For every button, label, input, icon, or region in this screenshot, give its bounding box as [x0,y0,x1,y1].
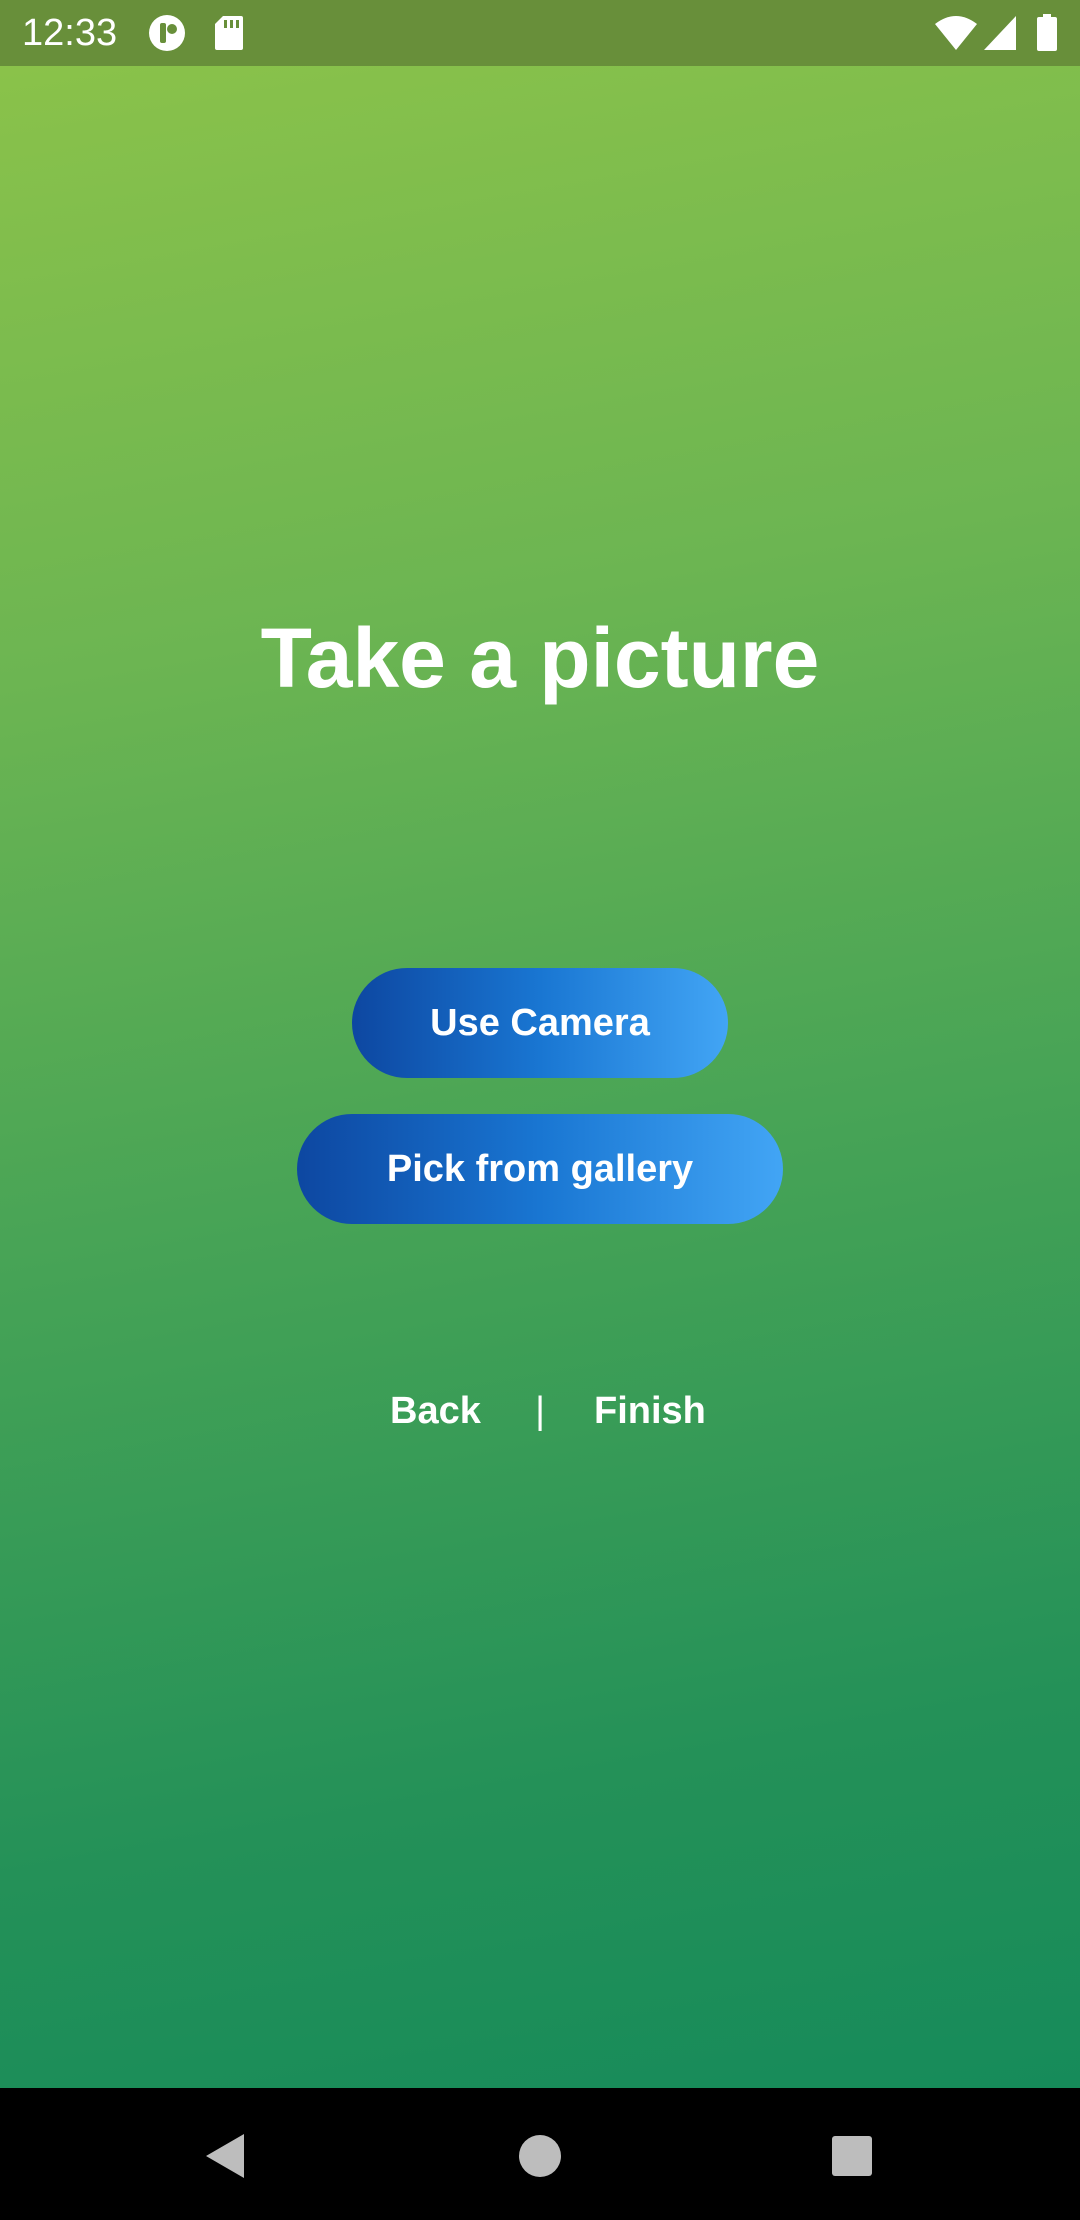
status-bar: 12:33 [0,0,1080,66]
finish-link[interactable]: Finish [594,1386,706,1436]
main-content: Take a picture Use Camera Pick from gall… [0,66,1080,2088]
battery-icon [1036,14,1058,52]
status-time: 12:33 [22,12,118,54]
wifi-icon [934,14,978,52]
link-separator: | [535,1390,545,1432]
screen: 12:33 Take a picture Use Camera Pick fro… [0,0,1080,2220]
sd-card-icon [214,14,252,52]
home-circle-icon[interactable] [514,2130,566,2182]
back-triangle-icon[interactable] [198,2130,250,2182]
recents-square-icon[interactable] [826,2130,878,2182]
app-notification-icon [148,14,186,52]
pick-from-gallery-button[interactable]: Pick from gallery [297,1114,783,1224]
navigation-bar [0,2088,1080,2220]
signal-icon [982,14,1018,52]
page-title: Take a picture [260,611,820,705]
use-camera-button[interactable]: Use Camera [352,968,728,1078]
back-link[interactable]: Back [390,1386,481,1436]
